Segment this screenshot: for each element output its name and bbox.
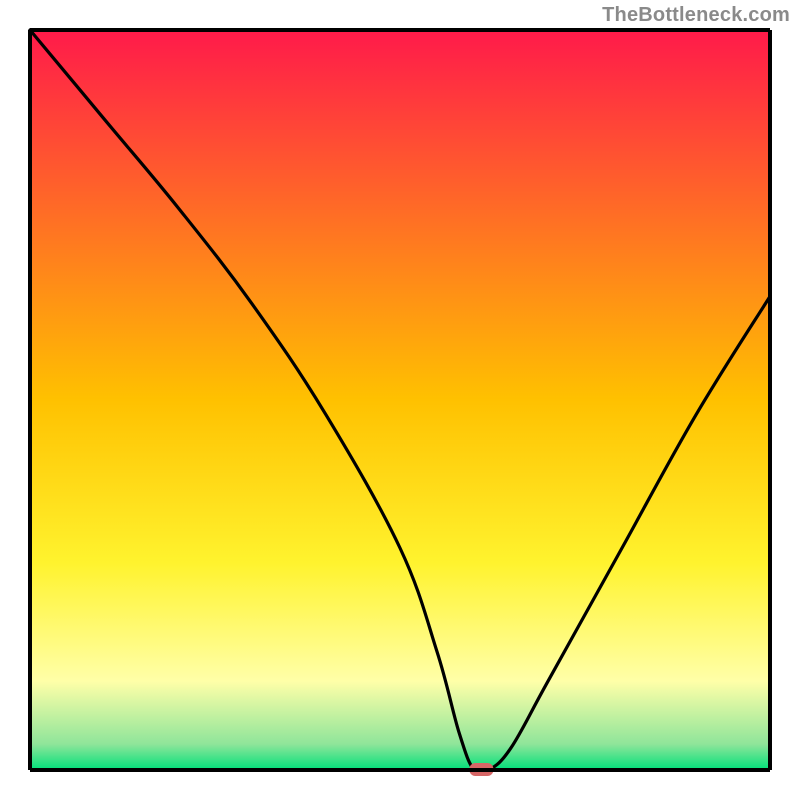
chart-svg xyxy=(0,0,800,800)
watermark-text: TheBottleneck.com xyxy=(602,4,790,27)
plot-area xyxy=(30,30,770,776)
gradient-bg xyxy=(30,30,770,770)
chart-stage: TheBottleneck.com xyxy=(0,0,800,800)
